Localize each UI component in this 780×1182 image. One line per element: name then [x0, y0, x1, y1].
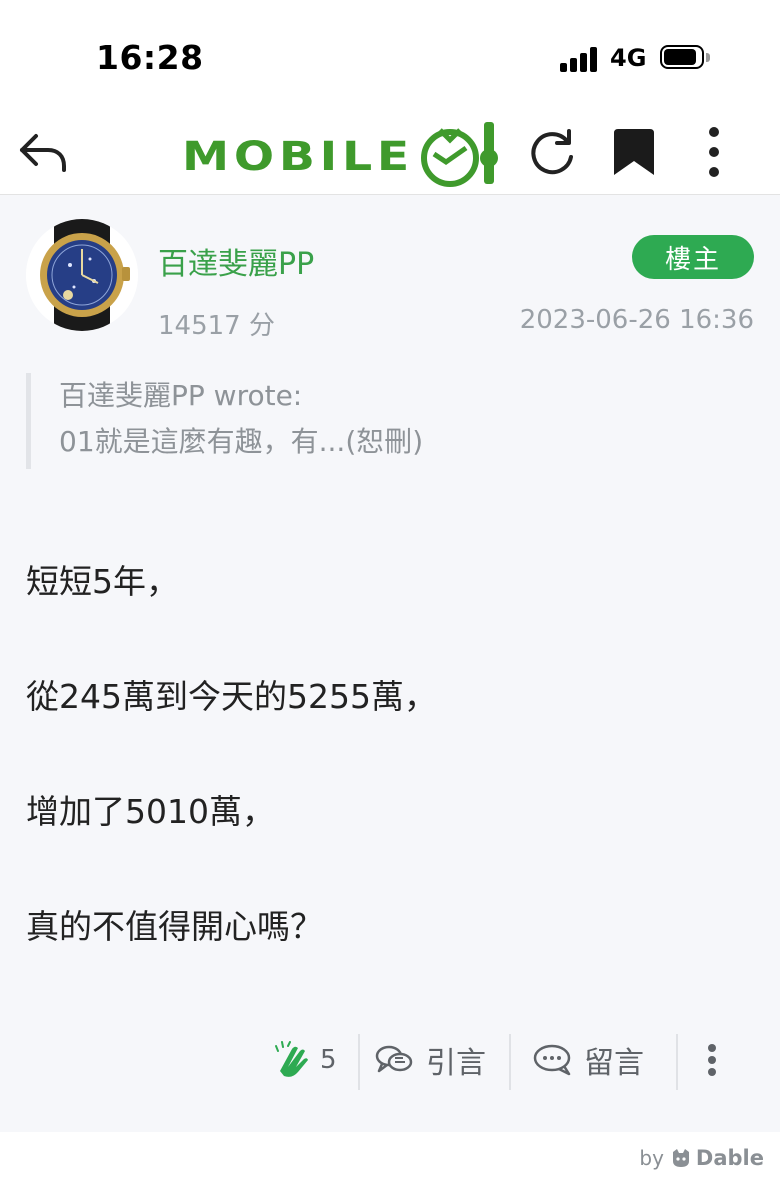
- clap-button[interactable]: 5: [274, 1030, 337, 1090]
- quote-label: 引言: [426, 1046, 486, 1081]
- author-points: 14517 分: [158, 311, 275, 341]
- comment-button[interactable]: 留言: [532, 1030, 644, 1090]
- bookmark-icon: [614, 129, 654, 175]
- svg-text:MOBILE: MOBILE: [182, 134, 414, 180]
- quote-attribution: 百達斐麗PP wrote:: [59, 379, 303, 412]
- post-body-line: 增加了5010萬，: [26, 792, 275, 831]
- back-button[interactable]: [10, 110, 74, 194]
- bookmark-button[interactable]: [606, 110, 662, 194]
- quote-excerpt: 01就是這麼有趣，有...(恕刪): [59, 425, 424, 458]
- more-vertical-icon: [709, 127, 719, 177]
- dable-logo-icon: [672, 1149, 689, 1167]
- status-time: 16:28: [96, 38, 204, 77]
- refresh-icon: [531, 129, 573, 175]
- clap-icon: [275, 1041, 308, 1077]
- post-body-line: 從245萬到今天的5255萬，: [26, 677, 437, 716]
- action-divider: [358, 1034, 360, 1090]
- clap-count: 5: [320, 1045, 337, 1075]
- quote-button[interactable]: 引言: [374, 1030, 486, 1090]
- post-body-line: 真的不值得開心嗎？: [26, 907, 323, 946]
- mobile01-logo[interactable]: MOBILE: [182, 116, 502, 188]
- network-type: 4G: [610, 44, 647, 72]
- by-text: by: [639, 1146, 664, 1170]
- quote-chat-icon: [375, 1045, 413, 1073]
- action-divider: [509, 1034, 511, 1090]
- cellular-signal-icon: [560, 46, 600, 72]
- dable-attribution[interactable]: by Dable: [639, 1146, 764, 1170]
- battery-icon: [660, 45, 710, 71]
- more-options-button[interactable]: [694, 110, 734, 194]
- ad-footer: by Dable: [0, 1132, 780, 1182]
- comment-label: 留言: [584, 1046, 644, 1081]
- status-bar: 16:28 4G: [0, 0, 780, 110]
- post-more-button[interactable]: [706, 1030, 718, 1090]
- dable-brand: Dable: [695, 1146, 764, 1170]
- app-nav-bar: MOBILE: [0, 110, 780, 195]
- author-avatar[interactable]: [26, 219, 138, 331]
- post-actions: 5 引言 留言: [0, 1030, 780, 1090]
- action-divider: [676, 1034, 678, 1090]
- post-body-line: 短短5年，: [26, 562, 179, 601]
- quote-block: 百達斐麗PP wrote: 01就是這麼有趣，有...(恕刪): [26, 373, 726, 469]
- post-date: 2023-06-26 16:36: [519, 305, 754, 335]
- author-name[interactable]: 百達斐麗PP: [158, 239, 314, 283]
- comment-bubble-icon: [533, 1044, 571, 1076]
- more-vertical-icon: [708, 1044, 716, 1076]
- back-arrow-icon: [20, 134, 66, 172]
- forum-post: 百達斐麗PP 樓主 14517 分 2023-06-26 16:36 百達斐麗P…: [0, 195, 780, 1132]
- refresh-button[interactable]: [522, 110, 582, 194]
- original-poster-badge: 樓主: [632, 235, 754, 279]
